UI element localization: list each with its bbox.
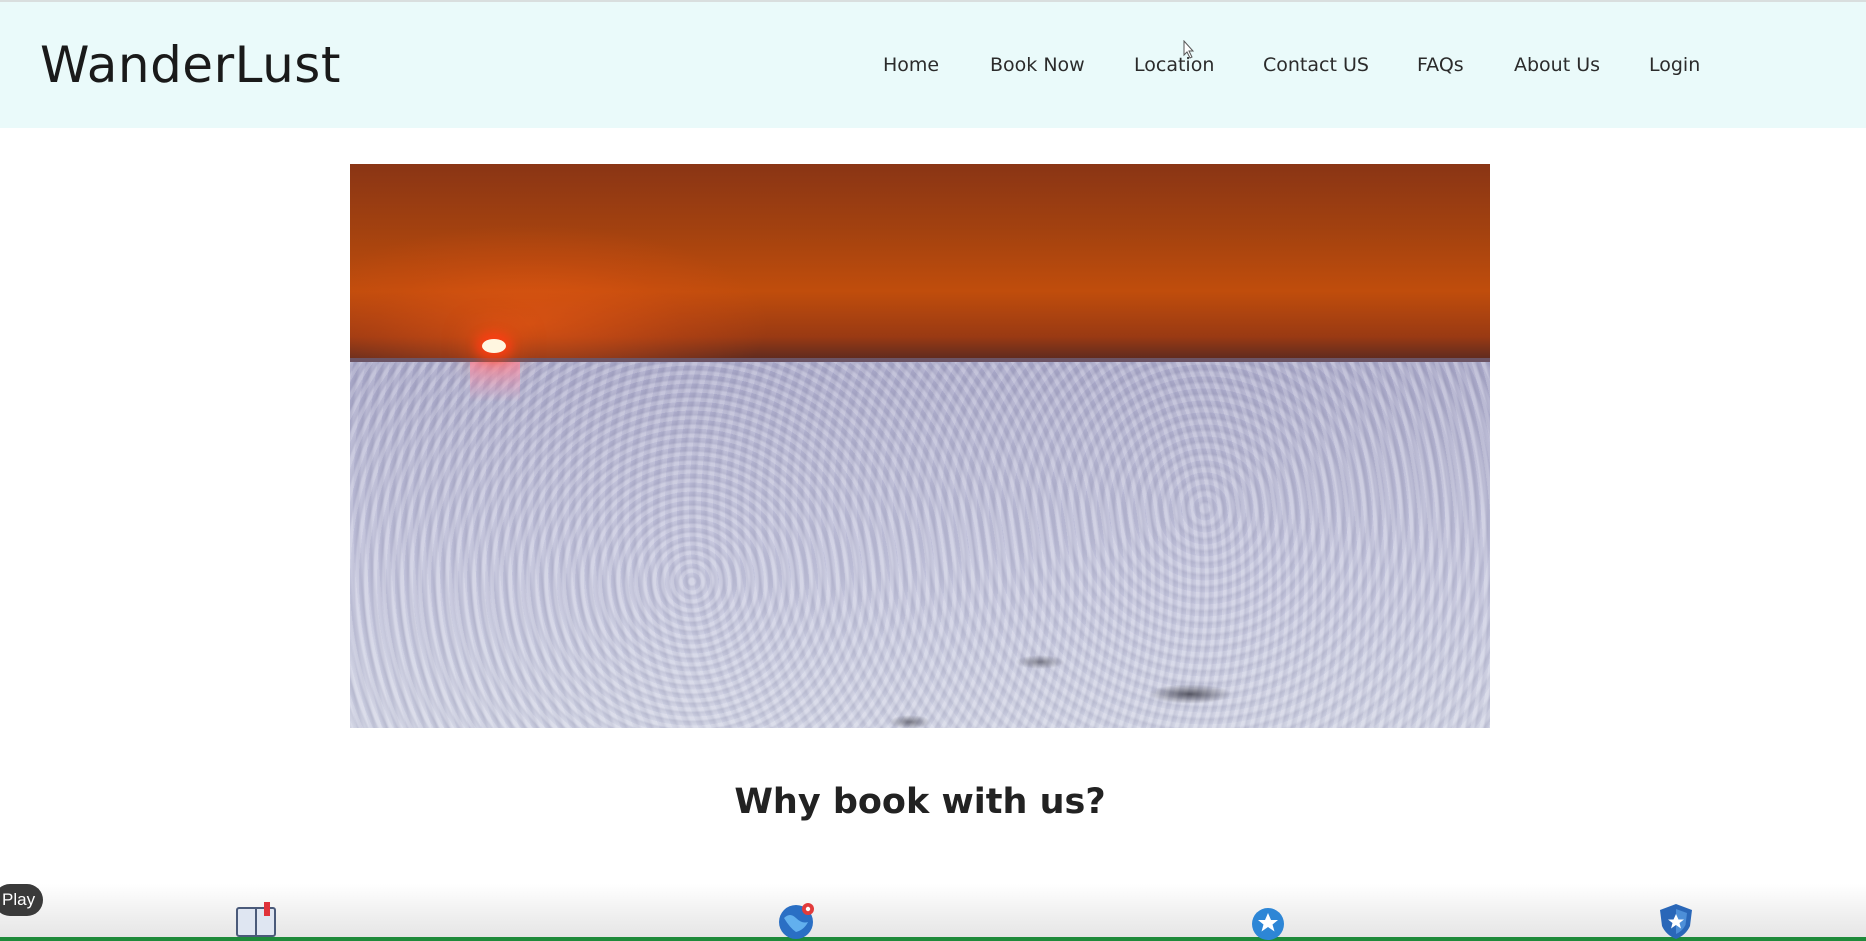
main-nav: Home Book Now Location Contact US FAQs A…	[0, 54, 1866, 84]
salt-flat	[350, 362, 1490, 728]
mouse-cursor-icon	[1183, 40, 1195, 59]
accent-bar	[0, 937, 1866, 941]
book-icon	[236, 902, 276, 937]
shield-icon	[1660, 904, 1692, 939]
why-book-heading: Why book with us?	[734, 782, 1106, 822]
globe-location-icon	[779, 903, 814, 939]
play-button[interactable]: Play	[0, 884, 44, 916]
nav-book-now[interactable]: Book Now	[990, 54, 1085, 76]
nav-about-us[interactable]: About Us	[1514, 54, 1600, 76]
hero-image	[350, 164, 1490, 728]
nav-faqs[interactable]: FAQs	[1417, 54, 1464, 76]
page: WanderLust Home Book Now Location Contac…	[0, 0, 1866, 941]
nav-location[interactable]: Location	[1134, 54, 1214, 76]
sun-reflection	[470, 362, 520, 402]
features-strip	[0, 884, 1866, 941]
sun	[482, 339, 506, 353]
nav-contact-us[interactable]: Contact US	[1263, 54, 1369, 76]
site-header: WanderLust Home Book Now Location Contac…	[0, 0, 1866, 128]
nav-login[interactable]: Login	[1649, 54, 1700, 76]
star-badge-icon	[1252, 908, 1284, 940]
nav-home[interactable]: Home	[883, 54, 939, 76]
